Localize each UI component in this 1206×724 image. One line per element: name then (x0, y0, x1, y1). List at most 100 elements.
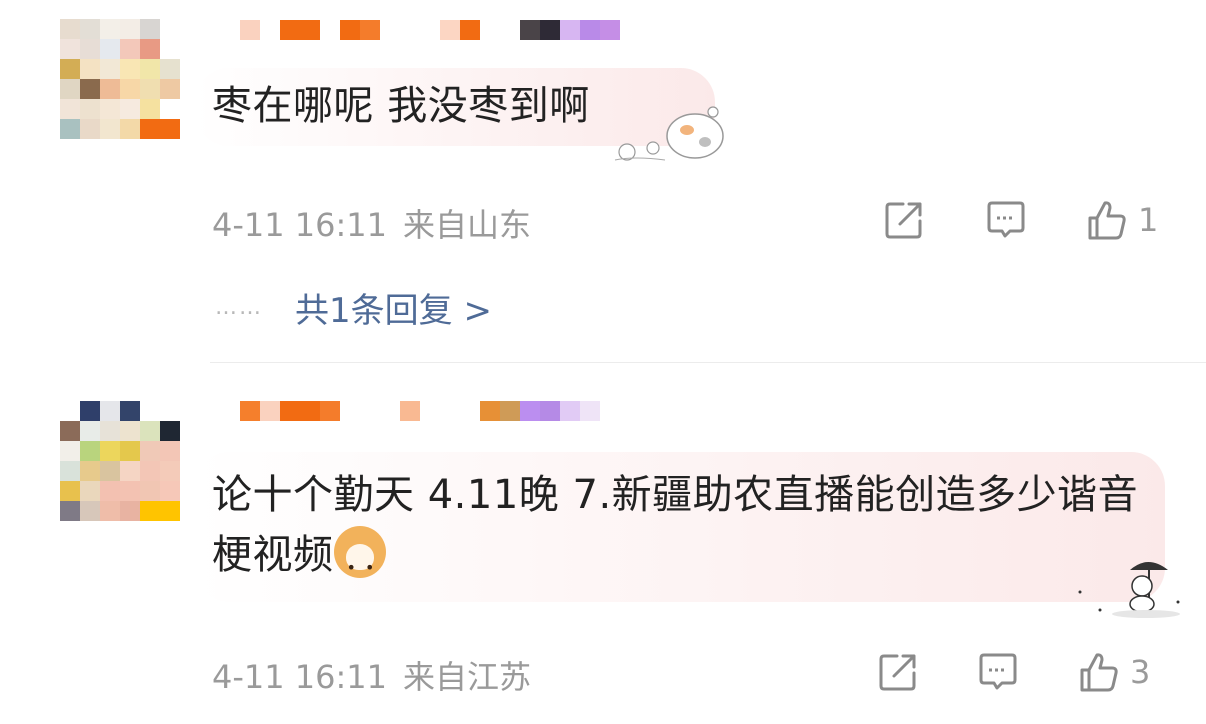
mosaic-pixel (140, 481, 160, 501)
mosaic-pixel (80, 79, 100, 99)
mosaic-pixel (140, 401, 160, 421)
share-button[interactable] (876, 650, 920, 694)
comment-button[interactable] (984, 198, 1028, 242)
like-button[interactable]: 3 (1076, 650, 1150, 694)
reply-summary: …… 共1条回复 > (215, 283, 492, 332)
mosaic-pixel (140, 39, 160, 59)
mosaic-pixel (100, 421, 120, 441)
reply-dots: …… (215, 295, 263, 320)
username[interactable] (220, 401, 620, 441)
comment-meta: 4-11 16:11 来自江苏 (212, 652, 531, 698)
mosaic-pixel (220, 20, 240, 40)
mosaic-pixel (520, 20, 540, 40)
mosaic-pixel (160, 119, 180, 139)
mosaic-pixel (120, 481, 140, 501)
mosaic-pixel (60, 59, 80, 79)
mosaic-pixel (600, 20, 620, 40)
mosaic-pixel (80, 119, 100, 139)
mosaic-pixel (80, 421, 100, 441)
mosaic-pixel (220, 401, 240, 421)
mosaic-pixel (240, 20, 260, 40)
mosaic-pixel (120, 39, 140, 59)
mosaic-pixel (140, 19, 160, 39)
comment-location: 来自江苏 (403, 658, 532, 696)
mosaic-pixel (120, 461, 140, 481)
mosaic-pixel (80, 481, 100, 501)
mosaic-pixel (120, 401, 140, 421)
comment-time: 4-11 16:11 (212, 206, 388, 244)
mosaic-pixel (100, 461, 120, 481)
mosaic-pixel (400, 401, 420, 421)
mosaic-pixel (140, 501, 160, 521)
mosaic-pixel (160, 19, 180, 39)
like-button[interactable]: 1 (1084, 198, 1158, 242)
mosaic-pixel (340, 20, 360, 40)
mosaic-pixel (160, 461, 180, 481)
comment-button[interactable] (976, 650, 1020, 694)
thumbs-up-icon (1080, 653, 1118, 692)
comment-text: 枣在哪呢 我没枣到啊 (212, 83, 590, 129)
mosaic-pixel (360, 20, 380, 40)
mosaic-pixel (60, 421, 80, 441)
mosaic-pixel (160, 421, 180, 441)
mosaic-pixel (280, 20, 300, 40)
mosaic-pixel (120, 19, 140, 39)
mosaic-pixel (120, 421, 140, 441)
mosaic-pixel (120, 501, 140, 521)
thumbs-up-icon (1088, 201, 1126, 240)
mosaic-pixel (100, 401, 120, 421)
mosaic-pixel (160, 481, 180, 501)
mosaic-pixel (580, 401, 600, 421)
mosaic-pixel (120, 119, 140, 139)
mosaic-pixel (380, 20, 400, 40)
comment-time: 4-11 16:11 (212, 658, 388, 696)
mosaic-pixel (140, 441, 160, 461)
view-replies-link[interactable]: 共1条回复 > (295, 283, 492, 332)
mosaic-pixel (500, 20, 520, 40)
avatar[interactable] (60, 401, 180, 521)
avatar[interactable] (60, 19, 180, 139)
mosaic-pixel (520, 401, 540, 421)
mosaic-pixel (320, 20, 340, 40)
username[interactable] (220, 20, 620, 60)
mosaic-pixel (60, 501, 80, 521)
comment-actions: 3 (879, 650, 1170, 694)
mosaic-pixel (80, 441, 100, 461)
mosaic-pixel (100, 481, 120, 501)
share-button[interactable] (882, 198, 926, 242)
mosaic-pixel (60, 441, 80, 461)
like-count: 1 (1138, 201, 1159, 239)
mosaic-pixel (260, 20, 280, 40)
dog-emoji-icon (333, 526, 386, 598)
comment-location: 来自山东 (403, 206, 532, 244)
mosaic-pixel (80, 59, 100, 79)
mosaic-pixel (600, 401, 620, 421)
mosaic-pixel (440, 20, 460, 40)
mosaic-pixel (320, 401, 340, 421)
mosaic-pixel (480, 401, 500, 421)
mosaic-pixel (140, 421, 160, 441)
mosaic-pixel (440, 401, 460, 421)
mosaic-pixel (60, 481, 80, 501)
mosaic-pixel (100, 39, 120, 59)
mosaic-pixel (80, 461, 100, 481)
mosaic-pixel (300, 401, 320, 421)
mosaic-pixel (100, 119, 120, 139)
mosaic-pixel (360, 401, 380, 421)
mosaic-pixel (120, 99, 140, 119)
share-icon (879, 654, 916, 691)
mosaic-pixel (340, 401, 360, 421)
mosaic-pixel (80, 401, 100, 421)
mosaic-pixel (120, 59, 140, 79)
mosaic-pixel (80, 501, 100, 521)
mosaic-pixel (580, 20, 600, 40)
mosaic-pixel (500, 401, 520, 421)
mosaic-pixel (420, 20, 440, 40)
mosaic-pixel (100, 79, 120, 99)
mosaic-pixel (540, 20, 560, 40)
mosaic-pixel (160, 79, 180, 99)
comment-icon (979, 653, 1017, 690)
share-icon (885, 202, 922, 239)
mosaic-pixel (160, 501, 180, 521)
comment-item: 枣在哪呢 我没枣到啊 4-11 16:11 来自山东 1 …… 共1条回复 > (0, 0, 1206, 362)
